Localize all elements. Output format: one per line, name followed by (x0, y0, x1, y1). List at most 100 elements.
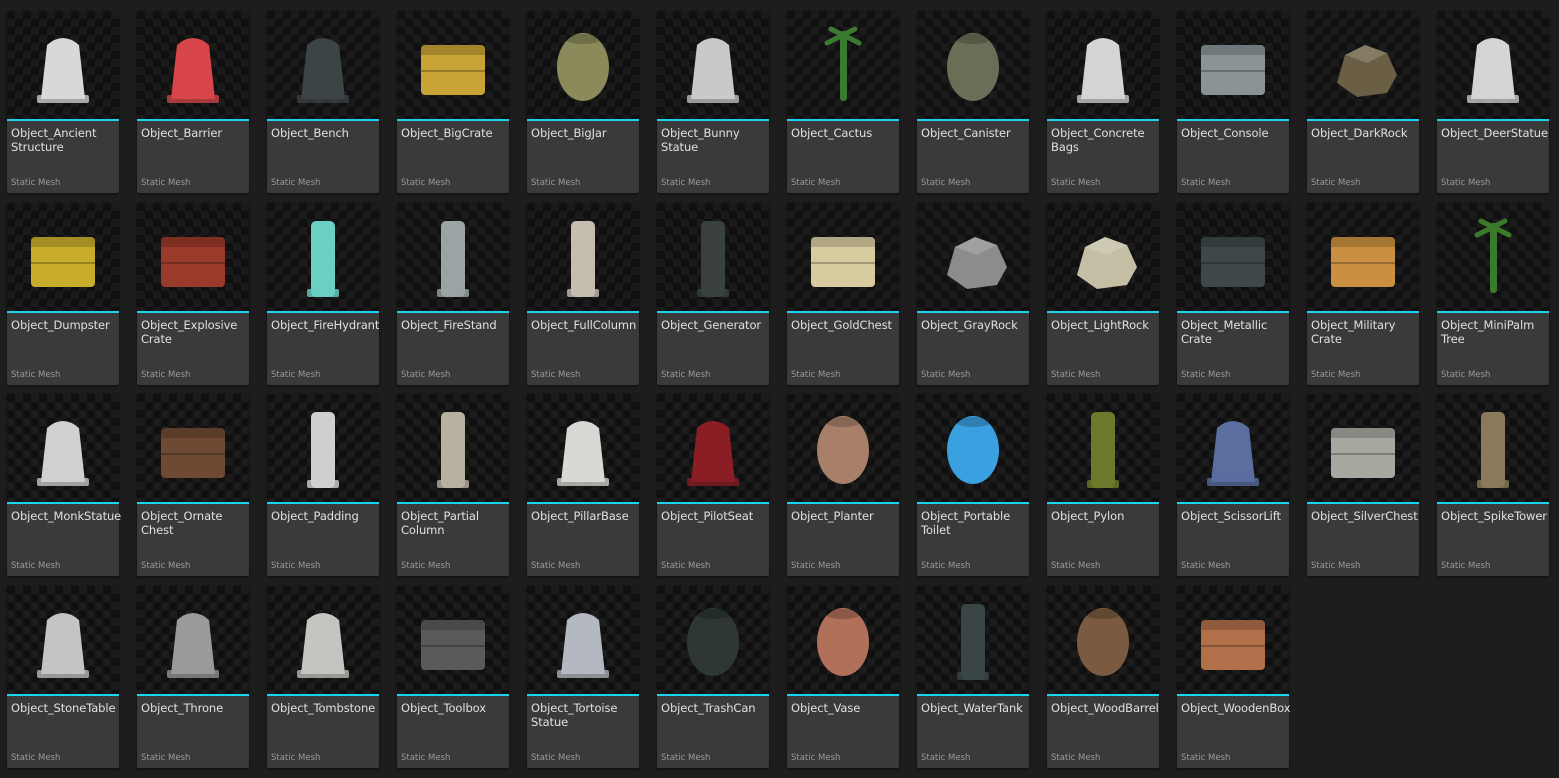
asset-thumbnail (7, 586, 119, 694)
asset-name: Object_PilotSeat (661, 509, 754, 523)
asset-name: Object_Cactus (791, 126, 873, 140)
asset-tile[interactable]: Object_TrashCan Static Mesh (657, 586, 769, 768)
pilot-seat-icon (687, 421, 739, 486)
asset-tile[interactable]: Object_MiniPalm Tree Static Mesh (1437, 203, 1549, 385)
asset-name: Object_Explosive Crate (141, 318, 238, 346)
crate-icon (421, 45, 485, 95)
asset-type-color-bar (917, 119, 1029, 121)
asset-thumbnail (137, 203, 249, 311)
asset-tile[interactable]: Object_BigCrate Static Mesh (397, 11, 509, 193)
asset-thumbnail (1047, 11, 1159, 119)
asset-tile[interactable]: Object_WoodenBox Static Mesh (1177, 586, 1291, 768)
asset-thumbnail (7, 394, 119, 502)
asset-thumbnail (1047, 203, 1159, 311)
asset-tile[interactable]: Object_FireStand Static Mesh (397, 203, 509, 385)
asset-type-label: Static Mesh (921, 561, 971, 571)
asset-tile[interactable]: Object_Military Crate Static Mesh (1307, 203, 1419, 385)
asset-tile[interactable]: Object_Ancient Structure Static Mesh (7, 11, 119, 193)
asset-type-color-bar (527, 502, 639, 504)
asset-tile[interactable]: Object_SilverChest Static Mesh (1307, 394, 1419, 576)
asset-tile[interactable]: Object_Pylon Static Mesh (1047, 394, 1159, 576)
asset-type-label: Static Mesh (1181, 370, 1231, 380)
asset-thumbnail (397, 203, 509, 311)
asset-tile[interactable]: Object_Partial Column Static Mesh (397, 394, 509, 576)
asset-tile[interactable]: Object_Canister Static Mesh (917, 11, 1029, 193)
asset-tile[interactable]: Object_Dumpster Static Mesh (7, 203, 119, 385)
asset-type-color-bar (137, 119, 249, 121)
asset-type-label: Static Mesh (1051, 753, 1101, 763)
fire-stand-icon (437, 221, 469, 297)
asset-tile[interactable]: Object_FullColumn Static Mesh (527, 203, 639, 385)
asset-tile[interactable]: Object_Padding Static Mesh (267, 394, 379, 576)
asset-tile[interactable]: Object_Concrete Bags Static Mesh (1047, 11, 1159, 193)
asset-tile[interactable]: Object_Barrier Static Mesh (137, 11, 249, 193)
asset-tile[interactable]: Object_Vase Static Mesh (787, 586, 899, 768)
column-icon (567, 221, 599, 297)
asset-thumbnail (527, 586, 639, 694)
asset-tile[interactable]: Object_DarkRock Static Mesh (1307, 11, 1419, 193)
asset-tile[interactable]: Object_Cactus Static Mesh (787, 11, 899, 193)
asset-tile[interactable]: Object_ScissorLift Static Mesh (1177, 394, 1289, 576)
asset-type-label: Static Mesh (11, 561, 61, 571)
rock-icon (1337, 45, 1397, 97)
asset-type-label: Static Mesh (921, 178, 971, 188)
asset-tile[interactable]: Object_BigJar Static Mesh (527, 11, 639, 193)
asset-tile[interactable]: Object_StoneTable Static Mesh (7, 586, 119, 768)
asset-name: Object_Planter (791, 509, 874, 523)
asset-type-label: Static Mesh (661, 370, 711, 380)
asset-tile[interactable]: Object_FireHydrant Static Mesh (267, 203, 379, 385)
asset-type-label: Static Mesh (271, 561, 321, 571)
wooden-box-icon (1201, 620, 1265, 670)
asset-tile[interactable]: Object_Tombstone Static Mesh (267, 586, 379, 768)
asset-name: Object_WoodenBox (1181, 701, 1291, 715)
asset-tile[interactable]: Object_SpikeTower Static Mesh (1437, 394, 1549, 576)
asset-tile[interactable]: Object_Tortoise Statue Static Mesh (527, 586, 639, 768)
bunny-statue-icon (687, 38, 739, 103)
asset-tile[interactable]: Object_LightRock Static Mesh (1047, 203, 1159, 385)
asset-tile[interactable]: Object_Metallic Crate Static Mesh (1177, 203, 1289, 385)
asset-tile[interactable]: Object_Toolbox Static Mesh (397, 586, 509, 768)
planter-icon (817, 416, 869, 484)
asset-type-color-bar (657, 502, 769, 504)
asset-thumbnail (397, 394, 509, 502)
asset-type-color-bar (267, 502, 379, 504)
asset-tile[interactable]: Object_Planter Static Mesh (787, 394, 899, 576)
asset-tile[interactable]: Object_WaterTank Static Mesh (917, 586, 1029, 768)
asset-tile[interactable]: Object_Ornate Chest Static Mesh (137, 394, 249, 576)
padding-icon (307, 412, 339, 488)
asset-tile[interactable]: Object_Portable Toilet Static Mesh (917, 394, 1029, 576)
asset-tile[interactable]: Object_WoodBarrel Static Mesh (1047, 586, 1159, 768)
barrier-icon (167, 38, 219, 103)
asset-tile[interactable]: Object_GrayRock Static Mesh (917, 203, 1029, 385)
asset-tile[interactable]: Object_PilotSeat Static Mesh (657, 394, 769, 576)
asset-type-color-bar (1177, 502, 1289, 504)
asset-type-label: Static Mesh (1051, 370, 1101, 380)
asset-type-label: Static Mesh (1441, 370, 1491, 380)
asset-name: Object_Partial Column (401, 509, 479, 537)
asset-tile[interactable]: Object_Explosive Crate Static Mesh (137, 203, 249, 385)
asset-type-label: Static Mesh (531, 370, 581, 380)
asset-type-color-bar (527, 119, 639, 121)
console-icon (1201, 45, 1265, 95)
asset-name: Object_Barrier (141, 126, 222, 140)
asset-tile[interactable]: Object_Bunny Statue Static Mesh (657, 11, 769, 193)
asset-tile[interactable]: Object_PillarBase Static Mesh (527, 394, 639, 576)
wood-barrel-icon (1077, 608, 1129, 676)
asset-name: Object_Console (1181, 126, 1269, 140)
asset-tile[interactable]: Object_MonkStatue Static Mesh (7, 394, 122, 576)
asset-tile[interactable]: Object_Console Static Mesh (1177, 11, 1289, 193)
asset-tile[interactable]: Object_GoldChest Static Mesh (787, 203, 899, 385)
asset-tile[interactable]: Object_Bench Static Mesh (267, 11, 379, 193)
asset-tile[interactable]: Object_Generator Static Mesh (657, 203, 769, 385)
asset-name: Object_DeerStatue (1441, 126, 1548, 140)
asset-tile[interactable]: Object_Throne Static Mesh (137, 586, 249, 768)
asset-thumbnail (657, 394, 769, 502)
asset-tile[interactable]: Object_DeerStatue Static Mesh (1437, 11, 1549, 193)
asset-type-label: Static Mesh (1051, 178, 1101, 188)
military-crate-icon (1331, 237, 1395, 287)
asset-name: Object_MonkStatue (11, 509, 122, 523)
asset-name: Object_PillarBase (531, 509, 629, 523)
asset-thumbnail (1177, 394, 1289, 502)
asset-name: Object_Bench (271, 126, 349, 140)
asset-thumbnail (1437, 203, 1549, 311)
